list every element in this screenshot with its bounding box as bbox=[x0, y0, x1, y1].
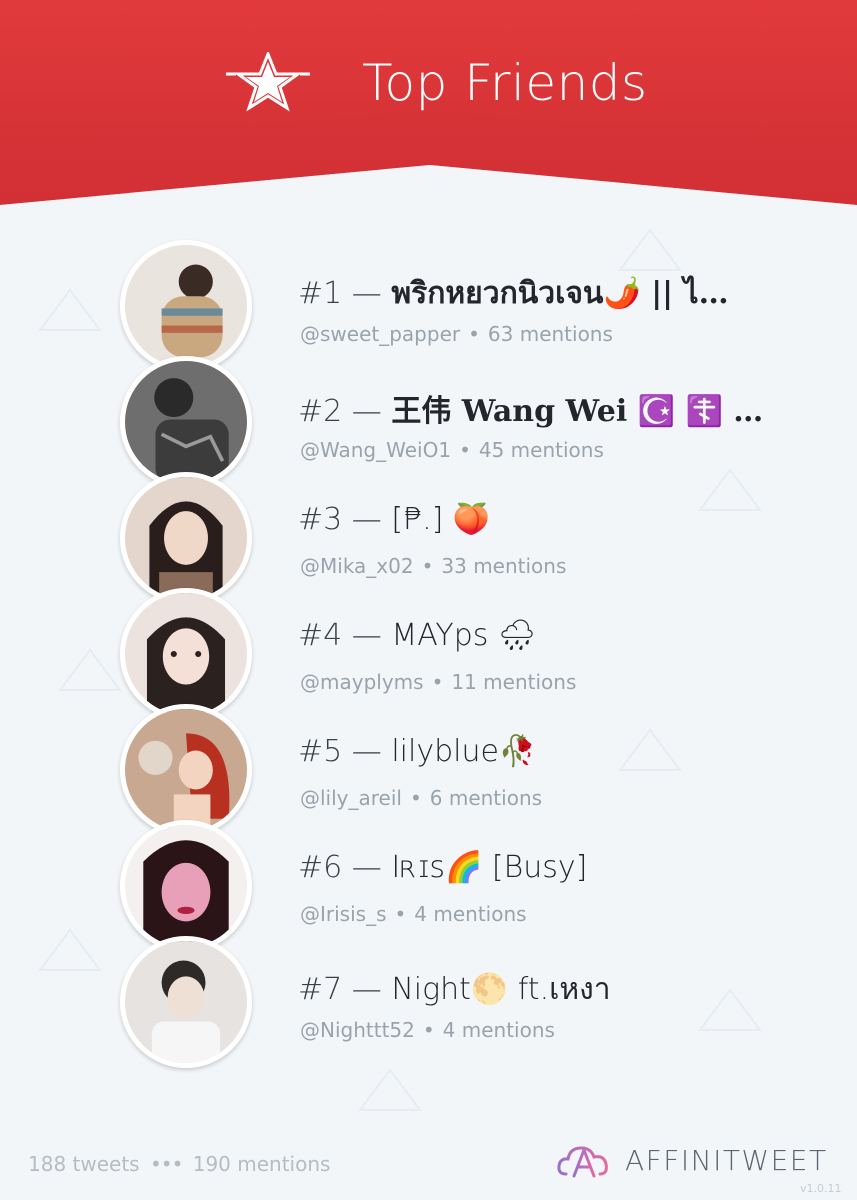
friend-display-name[interactable]: Night🌕 ft.เหงา bbox=[391, 972, 610, 1007]
rank-dash: — bbox=[351, 394, 382, 429]
avatar-image bbox=[125, 709, 247, 831]
bullet-separator: • bbox=[394, 902, 407, 926]
mention-count: 6 mentions bbox=[429, 786, 543, 810]
friend-rank: #6 bbox=[298, 850, 343, 885]
friend-row-3[interactable]: #3 — [₱.] 🍑 @Mika_x02 • 33 mentions bbox=[0, 472, 857, 604]
bullet-separator: • bbox=[422, 1018, 435, 1042]
friend-rank: #2 bbox=[298, 394, 343, 429]
total-mentions: 190 mentions bbox=[192, 1152, 331, 1176]
mention-count: 4 mentions bbox=[442, 1018, 555, 1042]
tweet-count: 188 tweets bbox=[28, 1152, 140, 1176]
rank-dash: — bbox=[351, 972, 382, 1007]
friend-handle[interactable]: @lily_areil bbox=[300, 786, 402, 810]
mention-count: 45 mentions bbox=[478, 438, 604, 462]
version-label: v1.0.11 bbox=[800, 1182, 842, 1195]
friend-rank: #5 bbox=[298, 734, 343, 769]
mention-count: 4 mentions bbox=[414, 902, 527, 926]
friend-meta: @sweet_papper • 63 mentions bbox=[300, 322, 613, 346]
star-icon bbox=[226, 52, 310, 112]
mention-count: 11 mentions bbox=[451, 670, 577, 694]
friend-meta: @mayplyms • 11 mentions bbox=[300, 670, 576, 694]
friend-row-4[interactable]: #4 — MAYps 🌧 @mayplyms • 11 mentions bbox=[0, 588, 857, 720]
friend-handle[interactable]: @Wang_WeiO1 bbox=[300, 438, 451, 462]
friend-display-name[interactable]: พริกหยวกนิวเจน🌶️ || ไ… bbox=[391, 276, 728, 311]
friend-row-2[interactable]: #2 — 王伟 Wang Wei ☪️ ☦️ … @Wang_WeiO1 • 45 … bbox=[0, 356, 857, 488]
rank-dash: — bbox=[351, 618, 382, 653]
friend-display-name[interactable]: lilyblue🥀 bbox=[391, 734, 536, 769]
bullet-separator: • bbox=[431, 670, 444, 694]
friend-rank: #3 bbox=[298, 502, 343, 537]
stats-separator: ••• bbox=[149, 1152, 183, 1176]
avatar[interactable] bbox=[120, 240, 252, 372]
friend-name-line: #7 — Night🌕 ft.เหงา bbox=[298, 966, 611, 1013]
friend-name-line: #6 — Iʀɪs🌈 [Busy] bbox=[298, 850, 587, 885]
friend-handle[interactable]: @Irisis_s bbox=[300, 902, 387, 926]
rank-dash: — bbox=[351, 850, 382, 885]
friend-rank: #1 bbox=[298, 276, 343, 311]
avatar[interactable] bbox=[120, 472, 252, 604]
footer-stats: 188 tweets ••• 190 mentions bbox=[28, 1152, 330, 1176]
friend-row-1[interactable]: #1 — พริกหยวกนิวเจน🌶️ || ไ… @sweet_pappe… bbox=[0, 240, 857, 372]
rank-dash: — bbox=[351, 276, 382, 311]
friend-row-6[interactable]: #6 — Iʀɪs🌈 [Busy] @Irisis_s • 4 mentions bbox=[0, 820, 857, 952]
friend-handle[interactable]: @sweet_papper bbox=[300, 322, 460, 346]
page-title: Top Friends bbox=[362, 54, 648, 112]
friend-display-name[interactable]: Iʀɪs🌈 [Busy] bbox=[391, 850, 587, 885]
avatar[interactable] bbox=[120, 356, 252, 488]
rank-dash: — bbox=[351, 734, 382, 769]
friend-handle[interactable]: @Mika_x02 bbox=[300, 554, 414, 578]
friend-name-line: #2 — 王伟 Wang Wei ☪️ ☦️ … bbox=[298, 386, 763, 430]
friend-meta: @lily_areil • 6 mentions bbox=[300, 786, 542, 810]
avatar[interactable] bbox=[120, 704, 252, 836]
friend-row-7[interactable]: #7 — Night🌕 ft.เหงา @Nighttt52 • 4 mention… bbox=[0, 936, 857, 1068]
bullet-separator: • bbox=[468, 322, 480, 346]
avatar-image bbox=[125, 593, 247, 715]
bullet-separator: • bbox=[409, 786, 422, 810]
bullet-separator: • bbox=[459, 438, 471, 462]
avatar-image bbox=[125, 361, 247, 483]
friend-rank: #4 bbox=[298, 618, 343, 653]
avatar-image bbox=[125, 941, 247, 1063]
avatar[interactable] bbox=[120, 588, 252, 720]
friend-name-line: #5 — lilyblue🥀 bbox=[298, 734, 536, 769]
friend-handle[interactable]: @mayplyms bbox=[300, 670, 424, 694]
friend-meta: @Nighttt52 • 4 mentions bbox=[300, 1018, 555, 1042]
brand-name[interactable]: AFFINITWEET bbox=[625, 1144, 828, 1177]
rank-dash: — bbox=[351, 502, 382, 537]
affinitweet-logo-icon[interactable] bbox=[556, 1140, 612, 1180]
friend-handle[interactable]: @Nighttt52 bbox=[300, 1018, 415, 1042]
avatar-image bbox=[125, 477, 247, 599]
avatar[interactable] bbox=[120, 936, 252, 1068]
friend-display-name[interactable]: [₱.] 🍑 bbox=[391, 502, 490, 537]
header-banner: Top Friends bbox=[0, 0, 857, 210]
friend-name-line: #1 — พริกหยวกนิวเจน🌶️ || ไ… bbox=[298, 270, 729, 317]
mention-count: 33 mentions bbox=[441, 554, 567, 578]
friend-name-line: #3 — [₱.] 🍑 bbox=[298, 502, 490, 537]
friend-display-name[interactable]: MAYps 🌧 bbox=[391, 618, 536, 653]
friend-meta: @Irisis_s • 4 mentions bbox=[300, 902, 527, 926]
friend-rank: #7 bbox=[298, 972, 343, 1007]
friend-meta: @Wang_WeiO1 • 45 mentions bbox=[300, 438, 604, 462]
bullet-separator: • bbox=[421, 554, 434, 578]
avatar[interactable] bbox=[120, 820, 252, 952]
friend-display-name[interactable]: 王伟 Wang Wei ☪️ ☦️ … bbox=[391, 394, 763, 429]
friend-name-line: #4 — MAYps 🌧 bbox=[298, 618, 536, 653]
avatar-image bbox=[125, 825, 247, 947]
mention-count: 63 mentions bbox=[487, 322, 613, 346]
friend-meta: @Mika_x02 • 33 mentions bbox=[300, 554, 566, 578]
avatar-image bbox=[125, 245, 247, 367]
friend-row-5[interactable]: #5 — lilyblue🥀 @lily_areil • 6 mentions bbox=[0, 704, 857, 836]
